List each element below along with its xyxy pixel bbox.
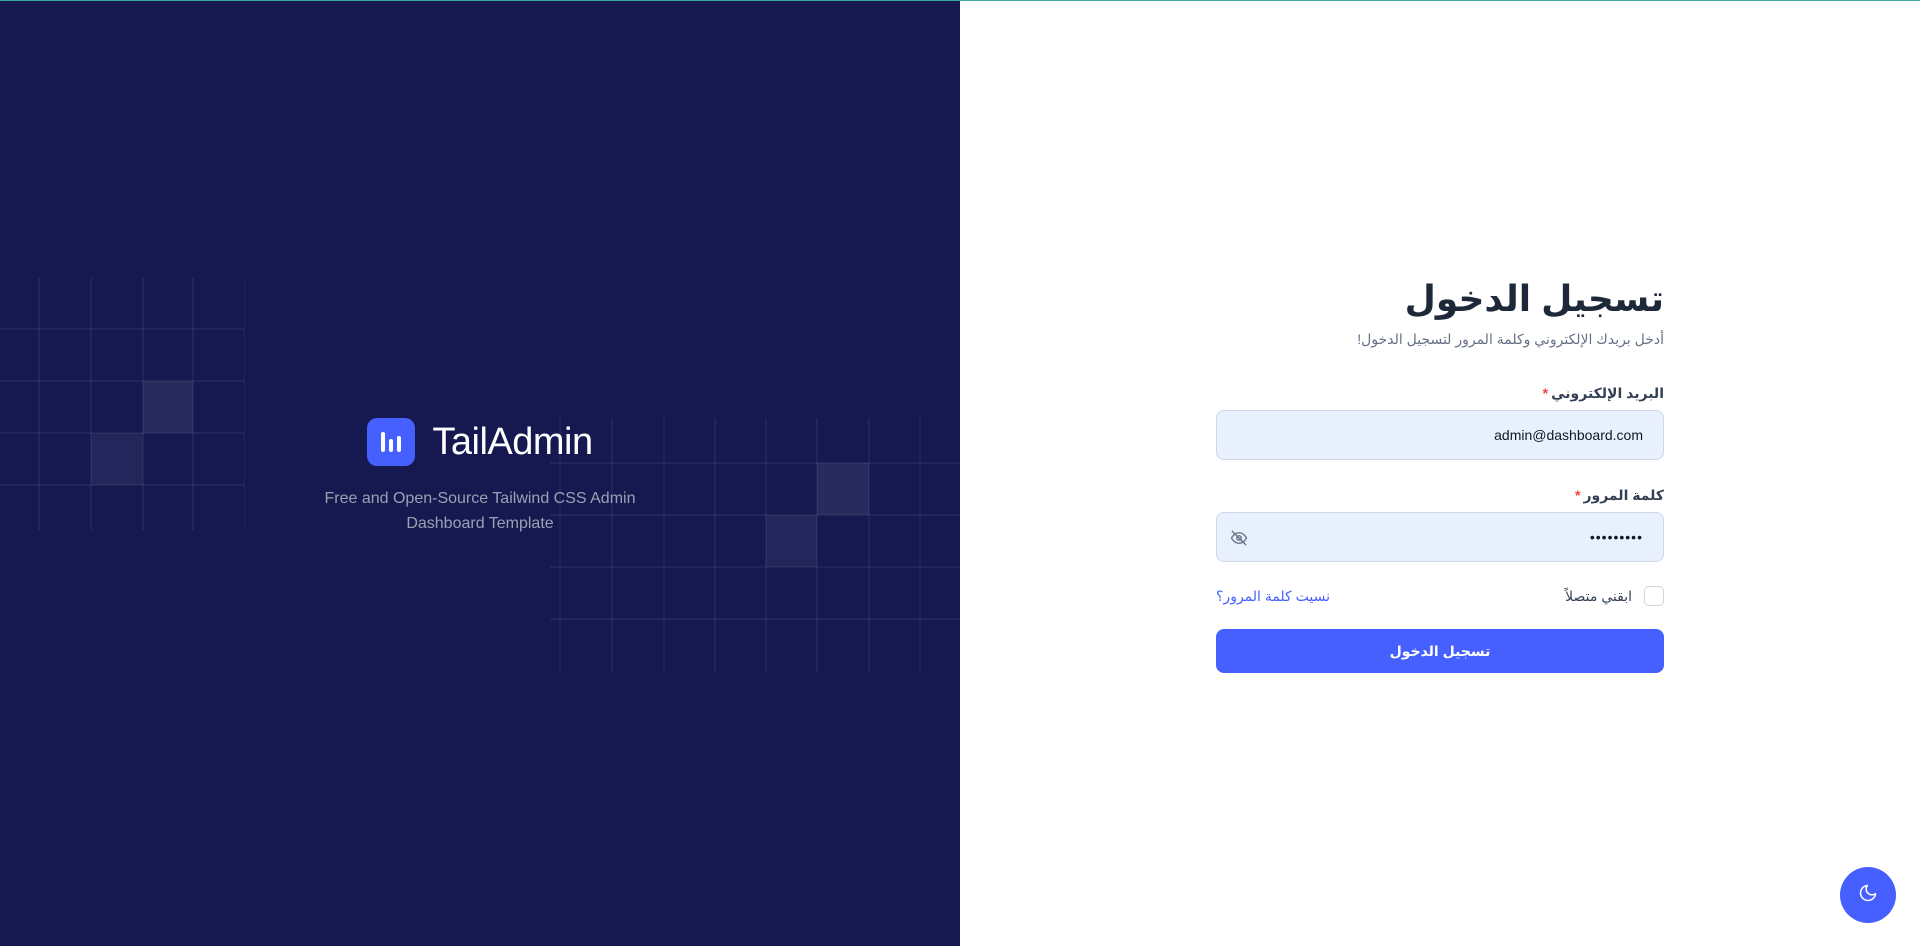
forgot-password-link[interactable]: نسيت كلمة المرور؟ [1216,588,1330,605]
page-title: تسجيل الدخول [1404,278,1664,319]
page-subtitle: أدخل بريدك الإلكتروني وكلمة المرور لتسجي… [1357,331,1664,347]
theme-toggle-button[interactable] [1840,867,1896,923]
email-label: البريد الإلكتروني* [1542,385,1664,401]
email-input[interactable] [1217,411,1663,459]
moon-icon [1858,883,1878,908]
password-label: كلمة المرور* [1575,487,1664,503]
required-mark: * [1575,487,1581,503]
login-panel: تسجيل الدخول أدخل بريدك الإلكتروني وكلمة… [960,0,1920,946]
brand-block: TailAdmin Free and Open-Source Tailwind … [0,418,960,536]
eye-off-icon[interactable] [1227,526,1251,550]
remember-me[interactable]: ابقني متصلاً [1565,586,1664,606]
remember-checkbox[interactable] [1644,586,1664,606]
login-form: تسجيل الدخول أدخل بريدك الإلكتروني وكلمة… [1216,275,1664,673]
bar-chart-logo-icon [367,418,416,466]
password-input[interactable] [1217,513,1663,561]
brand-name: TailAdmin [432,420,593,463]
remember-label: ابقني متصلاً [1565,587,1632,604]
email-field-wrapper [1216,410,1664,460]
top-accent-line [0,0,1920,1]
sign-in-button[interactable]: تسجيل الدخول [1216,629,1664,673]
form-options: ابقني متصلاً نسيت كلمة المرور؟ [1216,585,1664,607]
brand-logo[interactable]: TailAdmin [0,418,960,466]
brand-panel: TailAdmin Free and Open-Source Tailwind … [0,0,960,946]
brand-tagline: Free and Open-Source Tailwind CSS Admin … [324,490,636,532]
password-field-wrapper [1216,512,1664,562]
required-mark: * [1542,385,1549,401]
